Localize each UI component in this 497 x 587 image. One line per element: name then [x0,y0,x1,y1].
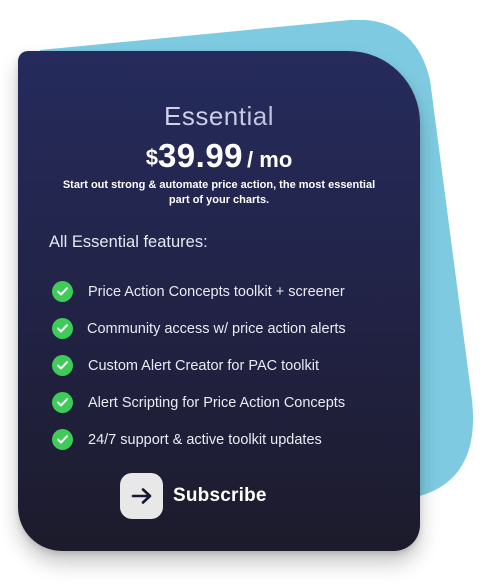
feature-item: 24/7 support & active toolkit updates [52,421,346,458]
subscribe-button[interactable]: Subscribe [120,473,267,519]
feature-item: Price Action Concepts toolkit + screener [52,273,346,310]
features-heading: All Essential features: [49,233,208,251]
feature-item: Custom Alert Creator for PAC toolkit [52,347,346,384]
feature-item: Alert Scripting for Price Action Concept… [52,384,346,421]
plan-name: Essential [18,101,420,132]
price-currency: $ [145,145,158,170]
price-period: / mo [247,147,293,172]
check-circle-icon [52,281,73,302]
feature-label: Custom Alert Creator for PAC toolkit [88,357,320,374]
feature-item: Community access w/ price action alerts [52,310,346,347]
check-circle-icon [52,392,73,413]
price-amount: 39.99 [157,137,244,174]
feature-label: Community access w/ price action alerts [87,320,346,337]
check-circle-icon [52,355,73,376]
feature-label: 24/7 support & active toolkit updates [88,431,322,448]
subscribe-label[interactable]: Subscribe [173,485,267,507]
pricing-stage: Essential $39.99/ mo Start out strong & … [0,0,497,587]
check-circle-icon [52,318,73,339]
feature-label: Price Action Concepts toolkit + screener [88,283,345,300]
check-circle-icon [52,429,73,450]
plan-price: $39.99/ mo [18,137,420,175]
feature-list: Price Action Concepts toolkit + screener… [52,273,346,458]
feature-label: Alert Scripting for Price Action Concept… [88,394,346,411]
arrow-right-icon[interactable] [120,473,163,519]
plan-tagline: Start out strong & automate price action… [62,179,376,206]
